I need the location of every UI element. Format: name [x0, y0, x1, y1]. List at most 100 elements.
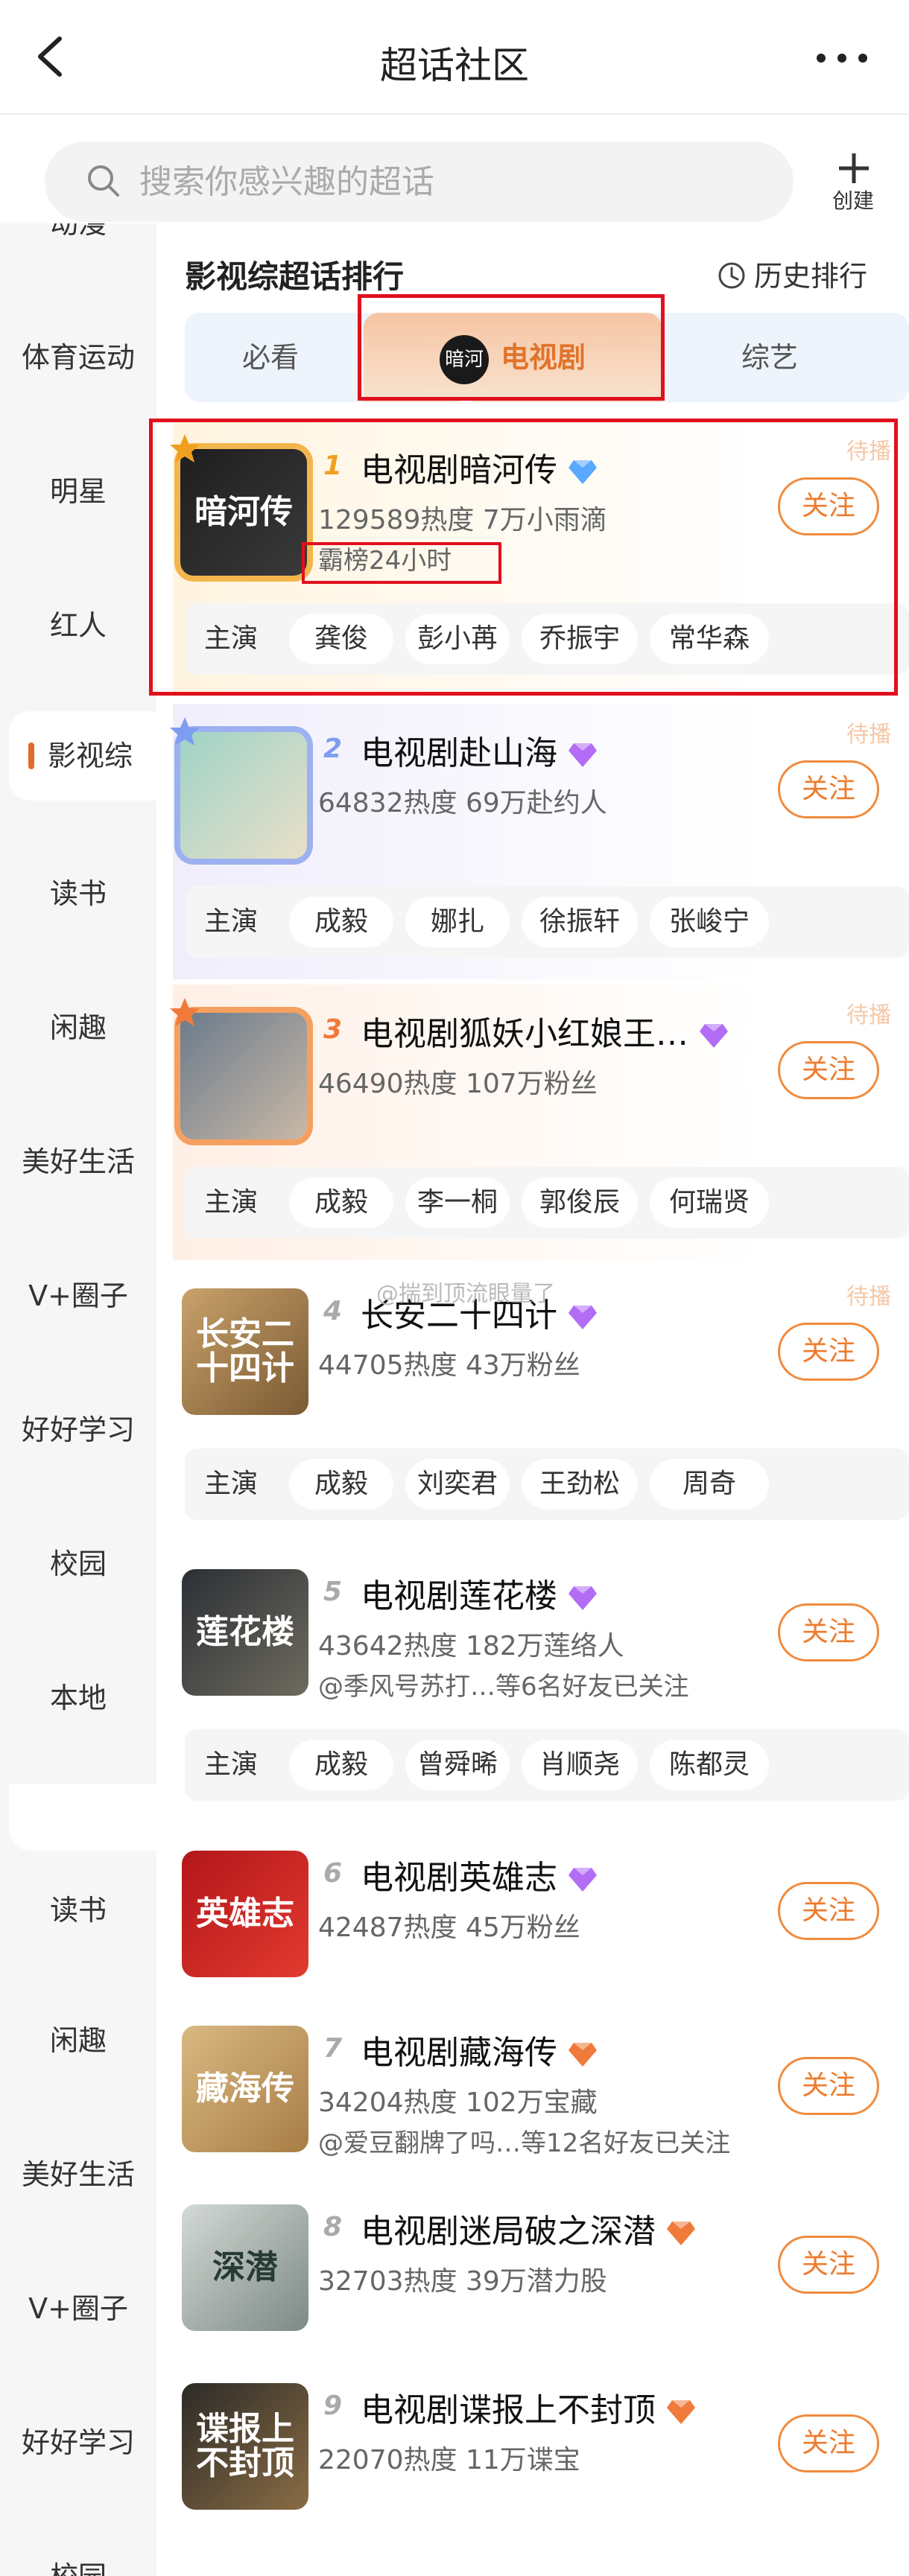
actor-chip[interactable]: 王劲松 [522, 1459, 638, 1510]
friends-followed-text: @季风号苏打…等6名好友已关注 [318, 1672, 689, 1702]
topic-name[interactable]: 电视剧谍报上不封顶 [361, 2383, 696, 2431]
sidebar-item-7[interactable]: 美好生活 [0, 1117, 156, 1206]
create-label: 创建 [832, 188, 874, 213]
list-item[interactable]: 2 电视剧赴山海 64832热度 69万赴约人 待播 关注 主演 成毅 娜扎 徐振轩 张峻宁 [170, 704, 909, 979]
list-item[interactable]: 深潜 8 电视剧迷局破之深潜 32703热度 39万潜力股 关注 [173, 2182, 909, 2353]
actor-chip[interactable]: 娜扎 [405, 897, 510, 947]
sidebar-item-label: 红人 [49, 609, 107, 642]
sidebar-item-2[interactable]: 明星 [0, 447, 156, 536]
sidebar-item-11[interactable]: 本地 [0, 1653, 156, 1743]
status-badge: 待播 [846, 1284, 891, 1310]
poster-thumbnail[interactable]: 深潜 [182, 2204, 308, 2331]
actor-chip[interactable]: 曾舜晞 [405, 1740, 510, 1790]
tab-must-watch[interactable]: 必看 [185, 313, 356, 402]
topic-name[interactable]: 电视剧迷局破之深潜 [361, 2204, 696, 2252]
poster-thumbnail[interactable]: 长安二十四计 [182, 1288, 308, 1415]
actor-chip[interactable]: 何瑞贤 [650, 1177, 769, 1228]
sidebar-item-8[interactable]: V+圈子 [0, 1251, 156, 1341]
actor-chip[interactable]: 徐振轩 [522, 897, 638, 947]
topic-name[interactable]: 电视剧赴山海 [361, 726, 598, 774]
sidebar-item-5[interactable]: 读书 [0, 849, 156, 938]
sidebar-item-9[interactable]: 好好学习 [0, 1385, 156, 1475]
cast-label: 主演 [204, 1187, 259, 1218]
sidebar-item-1[interactable]: 体育运动 [0, 313, 156, 402]
topic-name[interactable]: 电视剧狐妖小红娘王… [361, 1007, 729, 1055]
poster-title [180, 1013, 307, 1139]
sidebar-item-18[interactable]: 校园 [0, 2532, 156, 2576]
tab-label: 必看 [241, 341, 299, 374]
search-input[interactable] [138, 156, 752, 207]
heat-stats: 42487热度 45万粉丝 [318, 1912, 580, 1943]
follow-button[interactable]: 关注 [778, 2057, 879, 2115]
list-item[interactable]: 莲花楼 5 电视剧莲花楼 43642热度 182万莲络人 @季风号苏打…等6名好友已关注… [173, 1547, 909, 1822]
follow-button[interactable]: 关注 [778, 2414, 879, 2472]
list-item[interactable]: 英雄志 6 电视剧英雄志 42487热度 45万粉丝 关注 [173, 1828, 909, 2000]
follow-button[interactable]: 关注 [778, 1882, 879, 1940]
poster-thumbnail[interactable]: 谍报上不封顶 [182, 2383, 308, 2510]
create-button[interactable]: 创建 [827, 146, 879, 220]
sidebar-item-14[interactable]: 闲趣 [0, 1996, 156, 2085]
sidebar-item-label: 校园 [50, 2560, 107, 2576]
history-ranking-link[interactable]: 历史排行 [717, 253, 867, 294]
sidebar-item-15[interactable]: 美好生活 [0, 2130, 156, 2219]
sidebar-item-0[interactable]: 动漫 [0, 223, 156, 268]
follow-button[interactable]: 关注 [778, 2236, 879, 2294]
poster-thumbnail[interactable]: 英雄志 [182, 1851, 308, 1977]
actor-chip[interactable]: 刘奕君 [405, 1459, 510, 1510]
topic-name[interactable]: 电视剧英雄志 [361, 1851, 598, 1898]
topic-name-text: 电视剧谍报上不封顶 [361, 2391, 656, 2429]
sidebar-item-17[interactable]: 好好学习 [0, 2398, 156, 2487]
sidebar-item-label: 读书 [49, 877, 107, 910]
diamond-level-icon [568, 1306, 597, 1329]
rank-number: 3 [323, 1014, 343, 1045]
actor-chip[interactable]: 周奇 [650, 1459, 769, 1510]
poster-thumbnail[interactable] [180, 732, 307, 859]
poster-thumbnail[interactable] [180, 1013, 307, 1139]
follow-button[interactable]: 关注 [778, 1603, 879, 1661]
cast-row: 主演 成毅 曾舜晞 肖顺尧 陈都灵 [185, 1729, 909, 1801]
tab-variety[interactable]: 综艺 [677, 313, 863, 402]
topic-name-text: 电视剧迷局破之深潜 [361, 2213, 656, 2251]
heat-stats: 46490热度 107万粉丝 [318, 1069, 598, 1099]
topic-name[interactable]: 电视剧藏海传 [361, 2026, 598, 2073]
topic-name[interactable]: 电视剧莲花楼 [361, 1569, 598, 1617]
sidebar-item-16[interactable]: V+圈子 [0, 2264, 156, 2353]
poster-thumbnail[interactable]: 藏海传 [182, 2026, 308, 2152]
topic-name-text: 电视剧藏海传 [361, 2034, 557, 2072]
actor-chip[interactable]: 成毅 [289, 1740, 393, 1790]
search-bar[interactable] [45, 141, 794, 222]
actor-chip[interactable]: 成毅 [289, 1459, 393, 1510]
poster-thumbnail[interactable]: 莲花楼 [182, 1569, 308, 1696]
actor-chip[interactable]: 李一桐 [405, 1177, 510, 1228]
sidebar-item-13[interactable]: 读书 [0, 1866, 156, 1955]
sidebar-item-4[interactable]: 影视综 [9, 711, 156, 801]
heat-stats: 32703热度 39万潜力股 [318, 2266, 607, 2297]
actor-chip[interactable]: 成毅 [289, 897, 393, 947]
topic-name-text: 电视剧赴山海 [361, 734, 557, 772]
sidebar-item-label: 好好学习 [21, 1413, 135, 1446]
watermark-text: @揣到顶流眼量了 [376, 1281, 555, 1307]
follow-button[interactable]: 关注 [778, 760, 879, 818]
list-item[interactable]: 3 电视剧狐妖小红娘王… 46490热度 107万粉丝 待播 关注 主演 成毅 李一桐 郭俊辰何… [170, 985, 909, 1260]
follow-button[interactable]: 关注 [778, 1041, 879, 1099]
tab-label: 综艺 [741, 341, 798, 374]
sidebar-item-label: 美好生活 [21, 1145, 135, 1178]
cast-label: 主演 [204, 906, 259, 937]
actor-chip[interactable]: 陈都灵 [650, 1740, 769, 1790]
diamond-level-icon [700, 1024, 728, 1048]
sidebar-item-10[interactable]: 校园 [0, 1519, 156, 1609]
list-item[interactable]: 谍报上不封顶 9 电视剧谍报上不封顶 22070热度 11万谍宝 关注 [173, 2361, 909, 2532]
diamond-level-icon [568, 2043, 597, 2067]
status-badge: 待播 [846, 722, 891, 748]
sidebar-item-label: 闲趣 [49, 1011, 107, 1044]
sidebar-item-3[interactable]: 红人 [0, 581, 156, 670]
diamond-level-icon [667, 2222, 695, 2245]
follow-button[interactable]: 关注 [778, 1323, 879, 1381]
actor-chip[interactable]: 郭俊辰 [522, 1177, 638, 1228]
actor-chip[interactable]: 肖顺尧 [522, 1740, 638, 1790]
sidebar-item-6[interactable]: 闲趣 [0, 983, 156, 1072]
actor-chip[interactable]: 成毅 [289, 1177, 393, 1228]
actor-chip[interactable]: 张峻宁 [650, 897, 769, 947]
more-icon[interactable] [812, 43, 872, 73]
list-item[interactable]: 藏海传 7 电视剧藏海传 34204热度 102万宝藏 @爱豆翻牌了吗…等12名好友已关… [173, 2003, 909, 2175]
